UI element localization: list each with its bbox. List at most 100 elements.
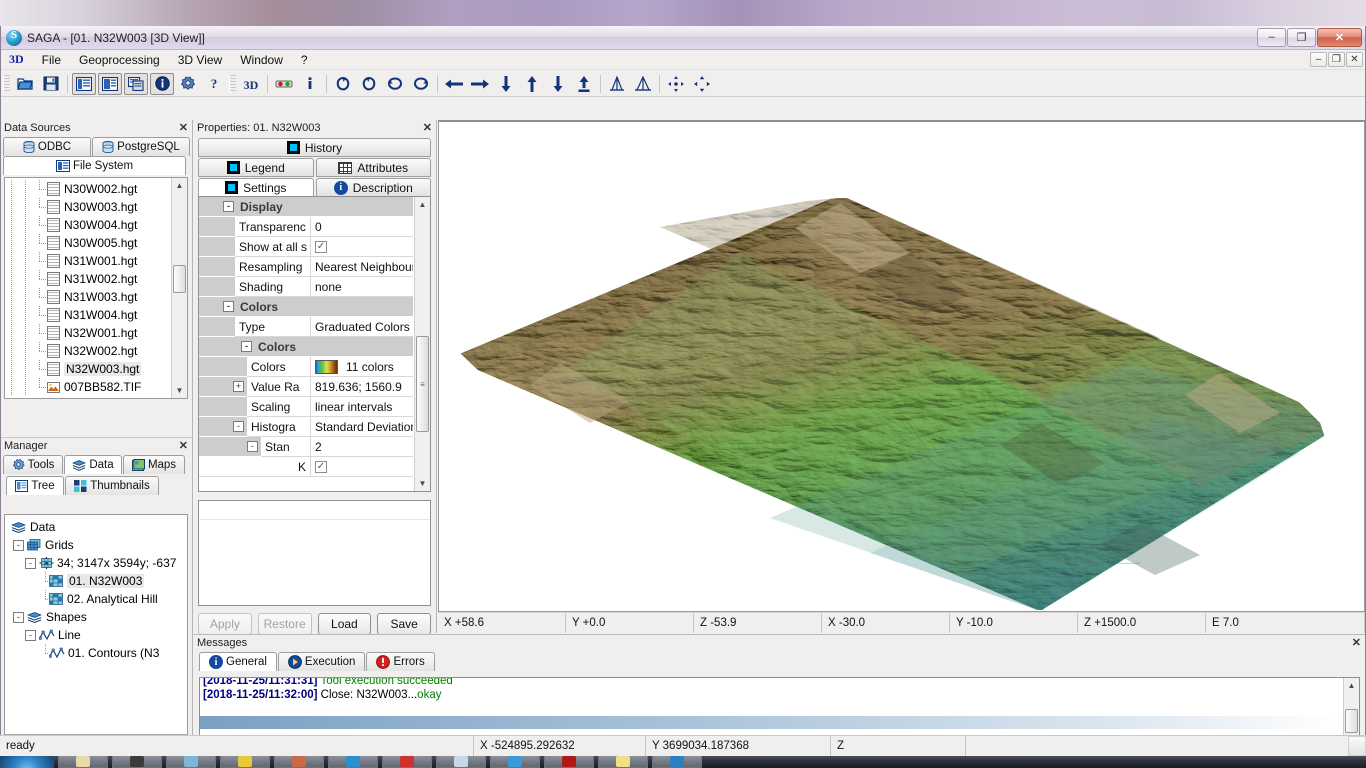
- grow-scale-icon[interactable]: [631, 73, 655, 95]
- taskbar-item-1[interactable]: [58, 756, 108, 768]
- toolbar-grip[interactable]: [3, 74, 10, 93]
- property-value[interactable]: 819.636; 1560.9: [311, 377, 413, 397]
- file-list-item-9[interactable]: N32W002.hgt: [5, 342, 171, 360]
- properties-close-icon[interactable]: ✕: [423, 121, 432, 134]
- stereo-view-icon[interactable]: [272, 73, 296, 95]
- show-manager-icon[interactable]: [124, 72, 148, 95]
- decrease-exaggeration-icon[interactable]: [546, 73, 570, 95]
- tab-file-system[interactable]: File System: [3, 156, 186, 175]
- tab-description[interactable]: i Description: [315, 178, 431, 197]
- taskbar-item-7[interactable]: [382, 756, 432, 768]
- rotate-down-z-icon[interactable]: [383, 73, 407, 95]
- properties-info-icon[interactable]: [298, 73, 322, 95]
- file-tree-vscrollbar[interactable]: ▲ ▼: [171, 178, 187, 398]
- tool-settings-icon[interactable]: [176, 73, 200, 95]
- property-category-colors[interactable]: - Colors: [199, 297, 413, 317]
- collapse-icon[interactable]: -: [13, 611, 24, 623]
- save-icon[interactable]: [39, 73, 63, 95]
- tree-item-data[interactable]: Data: [5, 518, 187, 536]
- pan-icon[interactable]: [690, 73, 714, 95]
- mdi-minimize-button[interactable]: –: [1310, 52, 1327, 67]
- property-row-shading[interactable]: Shading none: [199, 277, 413, 297]
- tab-tree[interactable]: Tree: [6, 476, 64, 495]
- file-list-item-0[interactable]: N30W002.hgt: [5, 180, 171, 198]
- property-row-scaling[interactable]: Scaling linear intervals: [199, 397, 413, 417]
- file-list-item-7[interactable]: N31W004.hgt: [5, 306, 171, 324]
- collapse-icon[interactable]: -: [25, 557, 36, 569]
- property-value[interactable]: Standard Deviation: [311, 417, 413, 437]
- tab-tools[interactable]: Tools: [3, 455, 63, 474]
- property-grid-vscrollbar[interactable]: ▲ ≡ ▼: [414, 197, 430, 491]
- collapse-icon[interactable]: -: [247, 441, 258, 452]
- tree-item-analytical-hill[interactable]: 02. Analytical Hill: [5, 590, 187, 608]
- 3d-terrain-canvas[interactable]: [440, 123, 1363, 610]
- menu-item-window[interactable]: Window: [231, 51, 292, 69]
- property-value[interactable]: linear intervals: [311, 397, 413, 417]
- tree-item-shapes[interactable]: - Shapes: [5, 608, 187, 626]
- property-subcategory-colors[interactable]: - Colors: [199, 337, 413, 357]
- resize-grip[interactable]: [1348, 736, 1366, 756]
- property-value[interactable]: 0: [311, 217, 413, 237]
- restore-button[interactable]: ❐: [1287, 27, 1316, 47]
- tab-postgresql[interactable]: PostgreSQL: [92, 137, 190, 156]
- central-perspective-icon[interactable]: [664, 73, 688, 95]
- rotate-left-x-icon[interactable]: [331, 73, 355, 95]
- property-row-standard-deviation[interactable]: - Stan 2: [199, 437, 413, 457]
- file-list-item-4[interactable]: N31W001.hgt: [5, 252, 171, 270]
- tab-data[interactable]: Data: [64, 455, 122, 474]
- scroll-up-icon[interactable]: ▲: [415, 197, 430, 212]
- mdi-close-button[interactable]: ✕: [1346, 52, 1363, 67]
- taskbar-item-3[interactable]: [166, 756, 216, 768]
- file-list-item-2[interactable]: N30W004.hgt: [5, 216, 171, 234]
- file-list-item-8[interactable]: N32W001.hgt: [5, 324, 171, 342]
- show-messages-icon[interactable]: [150, 72, 174, 95]
- collapse-icon[interactable]: -: [13, 539, 24, 551]
- vscroll-thumb[interactable]: [1345, 709, 1358, 733]
- manager-close-icon[interactable]: ✕: [179, 439, 188, 452]
- property-value[interactable]: none: [311, 277, 413, 297]
- property-row-value-range[interactable]: + Value Ra 819.636; 1560.9: [199, 377, 413, 397]
- rotate-right-x-icon[interactable]: [357, 73, 381, 95]
- scroll-down-icon[interactable]: ▼: [172, 383, 187, 398]
- apply-button[interactable]: Apply: [198, 613, 252, 635]
- 3d-terrain-view[interactable]: [438, 120, 1365, 612]
- message-line-selected[interactable]: [200, 716, 1342, 729]
- property-value-colors[interactable]: 11 colors: [311, 357, 413, 377]
- taskbar-item-8[interactable]: [436, 756, 486, 768]
- tab-settings[interactable]: Settings: [198, 178, 314, 197]
- taskbar-item-5[interactable]: [274, 756, 324, 768]
- tree-item-contours[interactable]: 01. Contours (N3: [5, 644, 187, 662]
- save-button[interactable]: Save: [377, 613, 431, 635]
- property-value[interactable]: ✓: [311, 237, 413, 257]
- close-button[interactable]: ✕: [1317, 27, 1362, 47]
- property-row-transparency[interactable]: Transparenc 0: [199, 217, 413, 237]
- property-value[interactable]: Nearest Neighbour: [311, 257, 413, 277]
- scroll-up-icon[interactable]: ▲: [1344, 678, 1359, 693]
- tree-item-grids[interactable]: - Grids: [5, 536, 187, 554]
- tree-item-n32w003[interactable]: 01. N32W003: [5, 572, 187, 590]
- file-system-tree[interactable]: N30W002.hgt N30W003.hgt N30W004.hgt N30W…: [4, 177, 188, 399]
- menu-item-help[interactable]: ?: [292, 51, 317, 69]
- property-value[interactable]: ✓: [311, 457, 413, 477]
- scroll-down-icon[interactable]: ▼: [415, 476, 430, 491]
- mdi-restore-button[interactable]: ❐: [1328, 52, 1345, 67]
- tab-legend[interactable]: Legend: [198, 158, 314, 177]
- vscroll-thumb[interactable]: ≡: [416, 336, 429, 432]
- file-list-item-11[interactable]: 007BB582.TIF: [5, 378, 171, 396]
- toolbar-grip-2[interactable]: [229, 74, 236, 93]
- menu-item-file[interactable]: File: [33, 51, 70, 69]
- move-right-icon[interactable]: [468, 73, 492, 95]
- property-row-resampling[interactable]: Resampling Nearest Neighbour: [199, 257, 413, 277]
- file-list-item-5[interactable]: N31W002.hgt: [5, 270, 171, 288]
- data-tree[interactable]: Data - Grids - 34; 3147x 3594y; -637 01.…: [4, 514, 188, 737]
- taskbar-item-6[interactable]: [328, 756, 378, 768]
- taskbar-item-11[interactable]: [598, 756, 648, 768]
- shrink-scale-icon[interactable]: [605, 73, 629, 95]
- property-row-type[interactable]: Type Graduated Colors: [199, 317, 413, 337]
- property-row-histogram-stretch[interactable]: - Histogra Standard Deviation: [199, 417, 413, 437]
- view-3d-icon[interactable]: 3D: [239, 73, 263, 95]
- taskbar-item-4[interactable]: [220, 756, 270, 768]
- expand-icon[interactable]: +: [233, 381, 244, 392]
- file-list-item-6[interactable]: N31W003.hgt: [5, 288, 171, 306]
- tab-errors[interactable]: Errors: [366, 652, 435, 671]
